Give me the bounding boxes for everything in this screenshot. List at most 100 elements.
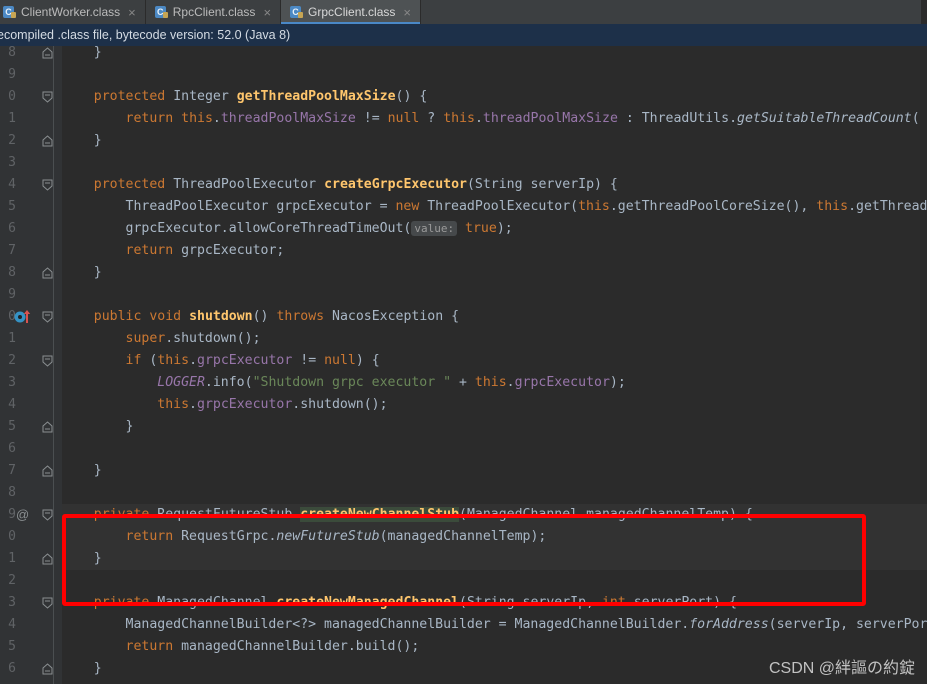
line-number: 9 (8, 287, 16, 302)
code-token: . (474, 111, 483, 126)
code-line[interactable]: ManagedChannelBuilder<?> managedChannelB… (62, 614, 927, 636)
fold-end-icon[interactable] (41, 46, 54, 64)
close-icon[interactable]: × (128, 6, 136, 19)
editor-tab-clientworker-class[interactable]: C ClientWorker.class × (0, 0, 146, 24)
code-line[interactable]: public void shutdown() throws NacosExcep… (62, 306, 927, 328)
code-token: . (189, 353, 198, 368)
fold-collapse-icon[interactable] (41, 504, 54, 526)
code-token: Integer (173, 89, 229, 104)
code-token: .getThreadPoolCoreSize(), (609, 199, 817, 214)
code-line[interactable]: } (62, 460, 927, 482)
annotation-gutter-marker[interactable]: @ (16, 504, 42, 526)
fold-end-icon[interactable] (41, 262, 54, 284)
code-line[interactable]: private ManagedChannel createNewManagedC… (62, 592, 927, 614)
code-line[interactable]: grpcExecutor.allowCoreThreadTimeOut(valu… (62, 218, 927, 240)
code-token: ); (609, 375, 626, 390)
fold-collapse-icon[interactable] (41, 174, 54, 196)
code-token: } (62, 463, 102, 478)
code-token: RequestGrpc. (173, 529, 277, 544)
code-line[interactable]: if (this.grpcExecutor != null) { (62, 350, 927, 372)
code-line[interactable]: } (62, 46, 927, 64)
fold-collapse-icon[interactable] (41, 306, 54, 328)
code-token: } (62, 133, 102, 148)
code-line[interactable]: ThreadPoolExecutor grpcExecutor = new Th… (62, 196, 927, 218)
code-token: this (578, 199, 610, 214)
close-icon[interactable]: × (263, 6, 271, 19)
code-line[interactable]: protected ThreadPoolExecutor createGrpcE… (62, 174, 927, 196)
editor-gutter[interactable]: 8 9 0 1 2 3 4 5 6 7 8 9 0 1 2 3 4 5 6 7 8 9 @0 1 2 3 4 5 6 (0, 46, 62, 684)
close-icon[interactable]: × (403, 6, 411, 19)
code-line[interactable]: } (62, 262, 927, 284)
code-token: ); (496, 221, 513, 236)
code-line[interactable]: this.grpcExecutor.shutdown(); (62, 394, 927, 416)
code-token: newFutureStub (276, 529, 380, 544)
code-line[interactable]: return grpcExecutor; (62, 240, 927, 262)
editor-tab-bar: C ClientWorker.class × C RpcClient.class × C Gr… (0, 0, 921, 24)
code-token: grpcExecutor (197, 397, 293, 412)
code-token: ( t (911, 111, 920, 126)
code-line[interactable]: LOGGER.info("Shutdown grpc executor " + … (62, 372, 927, 394)
fold-collapse-icon[interactable] (41, 592, 54, 614)
code-line[interactable] (62, 482, 927, 504)
code-line[interactable]: } (62, 416, 927, 438)
line-number: 3 (8, 375, 16, 390)
code-token: value: (411, 221, 458, 236)
code-token: NacosException { (324, 309, 460, 324)
code-line[interactable]: } (62, 130, 927, 152)
line-number: 1 (8, 331, 16, 346)
code-line[interactable] (62, 438, 927, 460)
line-number: 1 (8, 551, 16, 566)
code-content[interactable]: } protected Integer getThreadPoolMaxSize… (62, 46, 927, 684)
code-line[interactable]: return this.threadPoolMaxSize != null ? … (62, 108, 927, 130)
code-token: this (157, 397, 190, 412)
code-token: super (125, 331, 166, 346)
code-token: serverPort) { (625, 595, 737, 610)
code-editor[interactable]: 8 9 0 1 2 3 4 5 6 7 8 9 0 1 2 3 4 5 6 7 8 9 @0 1 2 3 4 5 6 } protect… (0, 46, 927, 684)
code-token: new (395, 199, 420, 214)
code-token: ThreadPoolExecutor grpcExecutor = (62, 199, 396, 214)
code-token: .info( (204, 375, 253, 390)
line-number: 7 (8, 463, 16, 478)
fold-end-icon[interactable] (41, 460, 54, 482)
code-token: return (125, 243, 174, 258)
code-token: LOGGER (157, 375, 205, 390)
code-line[interactable]: } (62, 548, 927, 570)
code-line[interactable] (62, 64, 927, 86)
override-method-icon[interactable] (12, 306, 36, 328)
code-token: grpcExecutor; (173, 243, 285, 258)
fold-end-icon[interactable] (41, 130, 54, 152)
code-line[interactable] (62, 284, 927, 306)
fold-end-icon[interactable] (41, 416, 54, 438)
code-token: + (451, 375, 475, 390)
code-token: throws (276, 309, 325, 324)
fold-end-icon[interactable] (41, 658, 54, 680)
code-token: != (355, 111, 388, 126)
code-line[interactable]: protected Integer getThreadPoolMaxSize()… (62, 86, 927, 108)
csdn-watermark: CSDN @絆謳の約錠 (768, 660, 915, 677)
line-number: 8 (8, 485, 16, 500)
code-line[interactable] (62, 570, 927, 592)
code-line[interactable]: return RequestGrpc.newFutureStub(managed… (62, 526, 927, 548)
line-number: 2 (8, 573, 16, 588)
code-token: int (601, 595, 626, 610)
line-number: 2 (8, 133, 16, 148)
fold-end-icon[interactable] (41, 548, 54, 570)
code-line[interactable]: private RequestFutureStub createNewChann… (62, 504, 927, 526)
editor-tab-grpcclient-class[interactable]: C GrpcClient.class × (281, 0, 421, 24)
code-token: != (292, 353, 325, 368)
fold-collapse-icon[interactable] (41, 86, 54, 108)
intellij-editor-window: C ClientWorker.class × C RpcClient.class × C Gr… (0, 0, 927, 684)
code-token: createGrpcExecutor (324, 177, 467, 192)
fold-collapse-icon[interactable] (41, 350, 54, 372)
line-number: 2 (8, 353, 16, 368)
code-line[interactable]: super.shutdown(); (62, 328, 927, 350)
code-token: () { (395, 89, 428, 104)
code-line[interactable] (62, 152, 927, 174)
editor-tab-rpcclient-class[interactable]: C RpcClient.class × (145, 0, 282, 24)
